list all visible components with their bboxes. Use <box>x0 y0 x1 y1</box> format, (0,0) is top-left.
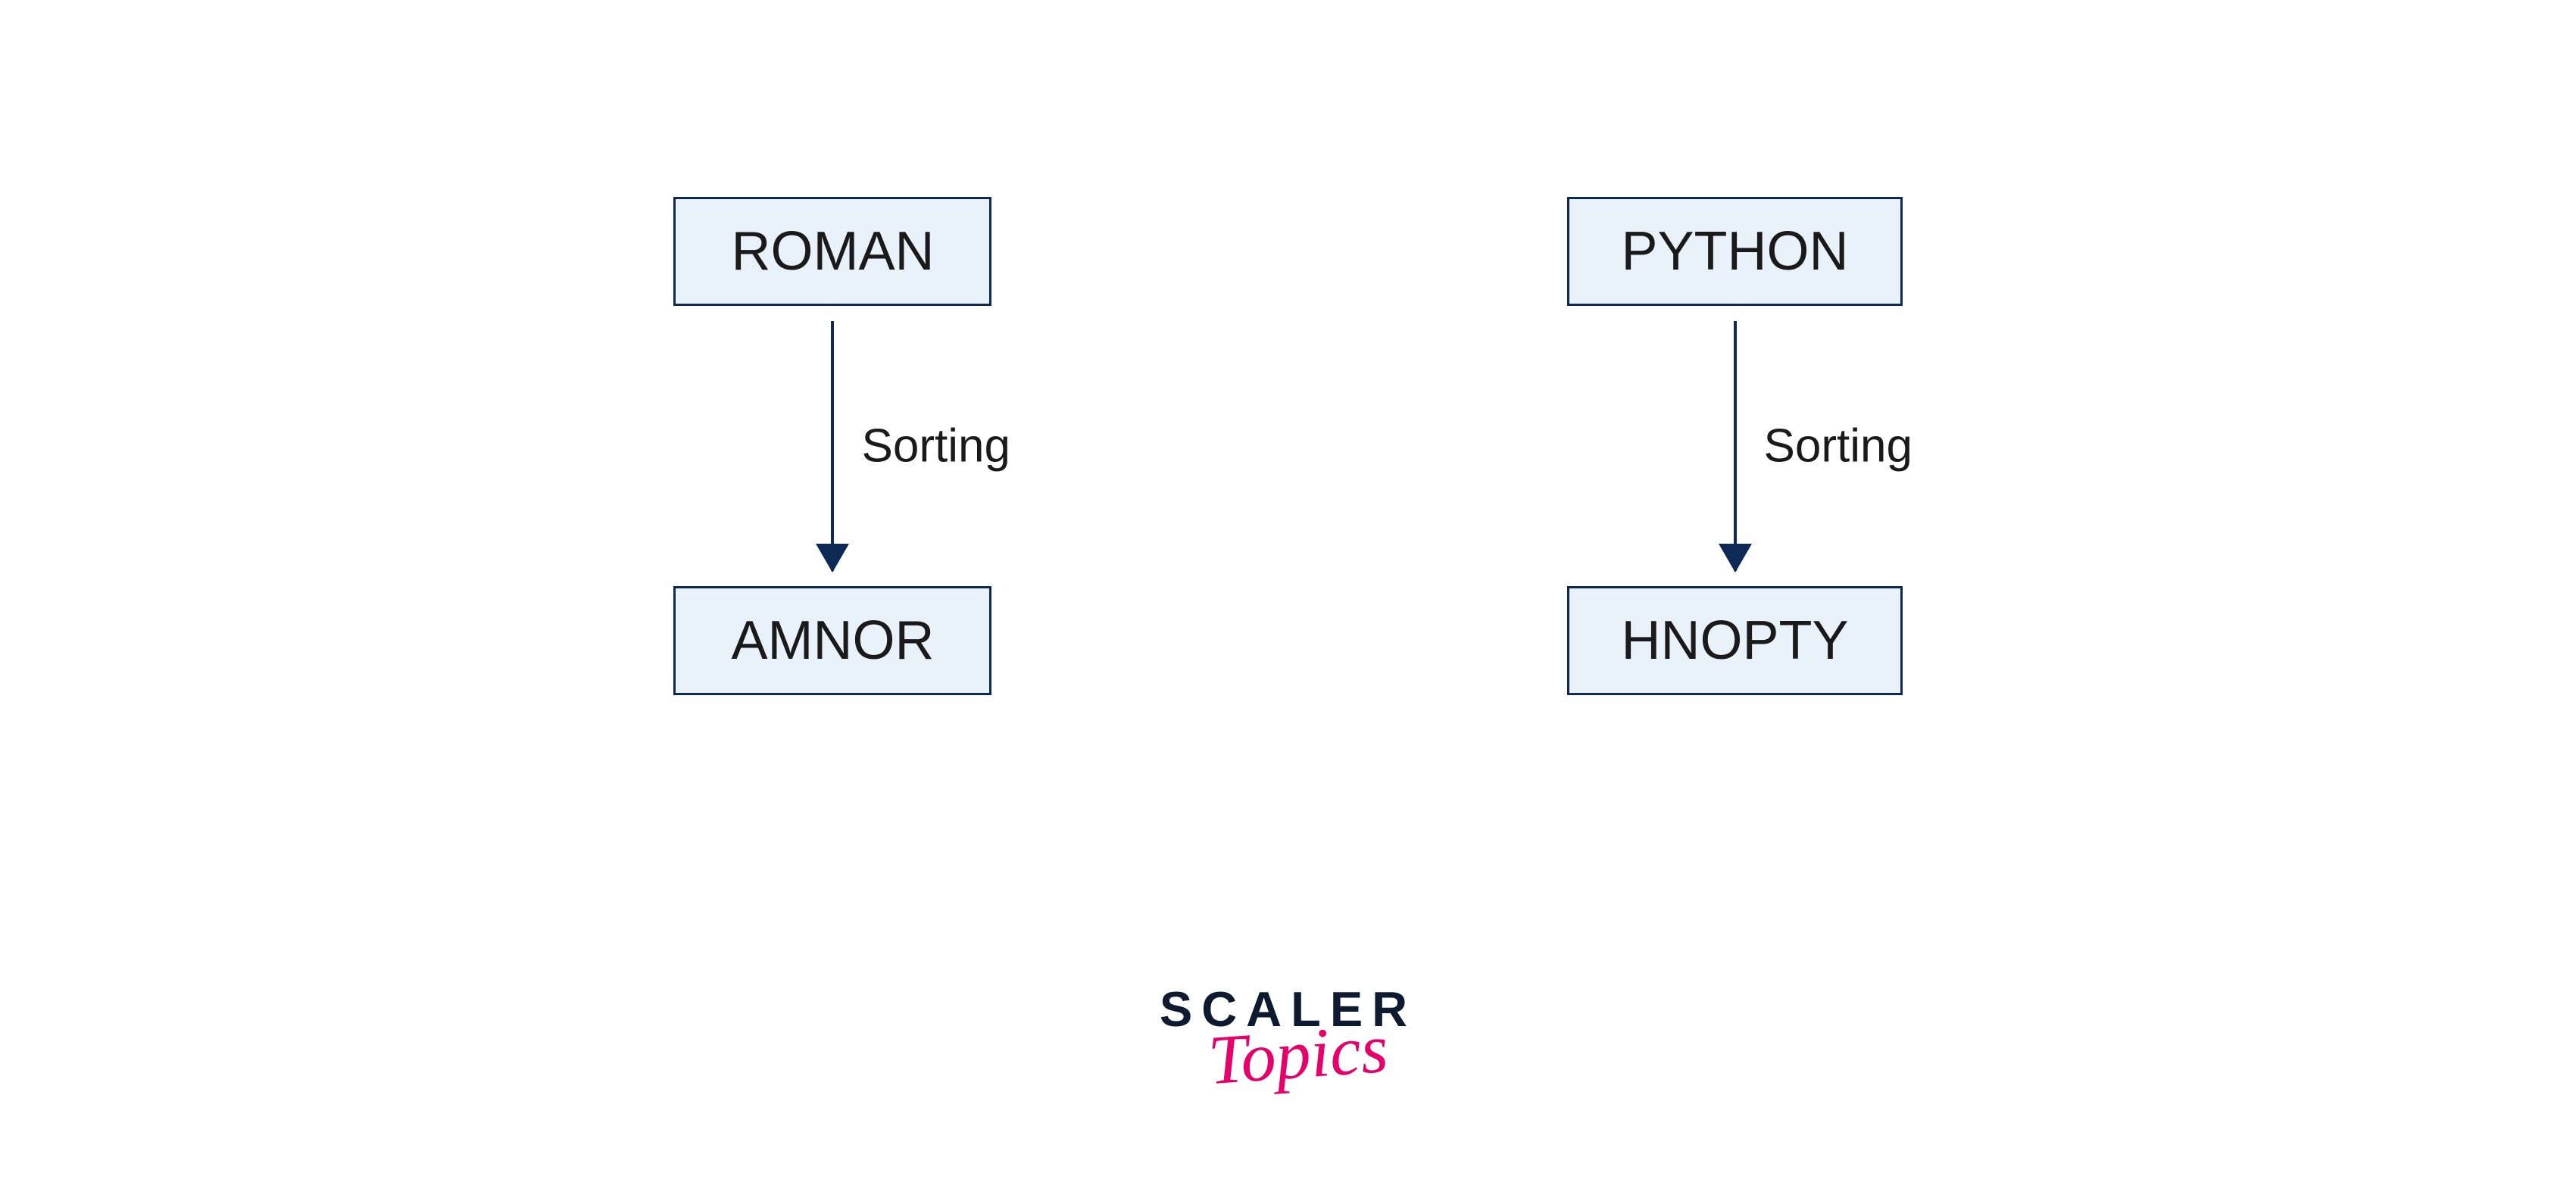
arrow-head-icon <box>816 544 849 572</box>
left-input-text: ROMAN <box>731 221 934 282</box>
right-flow: PYTHON Sorting HNOPTY <box>1567 197 1902 695</box>
left-input-box: ROMAN <box>673 197 991 306</box>
sorting-diagram: ROMAN Sorting AMNOR PYTHON Sorting HNOPT… <box>0 197 2576 695</box>
right-operation-label: Sorting <box>1764 420 1912 473</box>
arrow-line-icon <box>1734 321 1737 571</box>
left-operation-label: Sorting <box>861 420 1010 473</box>
arrow-line-icon <box>831 321 834 571</box>
right-arrow-container: Sorting <box>1734 306 1737 586</box>
arrow-head-icon <box>1719 544 1752 572</box>
logo-line2: Topics <box>1207 1019 1390 1090</box>
left-output-text: AMNOR <box>731 610 934 671</box>
scaler-topics-logo: SCALER Topics <box>1160 984 1416 1084</box>
left-arrow-container: Sorting <box>831 306 834 586</box>
right-output-box: HNOPTY <box>1567 586 1902 695</box>
right-output-text: HNOPTY <box>1621 610 1848 671</box>
left-flow: ROMAN Sorting AMNOR <box>673 197 991 695</box>
left-output-box: AMNOR <box>673 586 991 695</box>
right-input-text: PYTHON <box>1621 221 1848 282</box>
right-input-box: PYTHON <box>1567 197 1902 306</box>
